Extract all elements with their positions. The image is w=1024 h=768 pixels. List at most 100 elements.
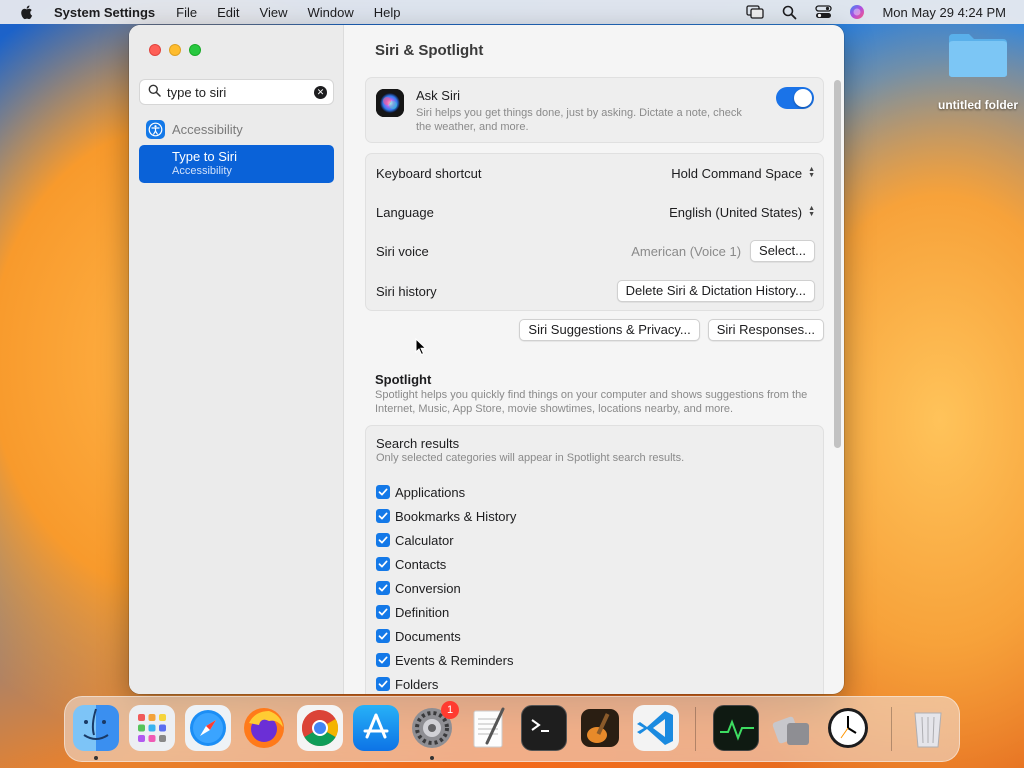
system-settings-window: ✕ Accessibility Type to Siri Accessibili… (129, 25, 844, 694)
notification-badge: 1 (441, 701, 459, 719)
menu-bar: System Settings File Edit View Window He… (0, 0, 1024, 24)
menu-help[interactable]: Help (374, 5, 401, 20)
chrome-icon[interactable] (297, 705, 343, 751)
spotlight-search-icon[interactable] (780, 4, 798, 20)
siri-buttons-row: Siri Suggestions & Privacy... Siri Respo… (519, 319, 824, 341)
search-icon (148, 84, 161, 100)
sidebar-group-label: Accessibility (172, 122, 243, 137)
search-input[interactable] (167, 84, 307, 100)
activity-monitor-icon[interactable] (713, 705, 759, 751)
running-indicator (430, 756, 434, 760)
window-controls (149, 44, 201, 56)
main-pane: Siri & Spotlight Ask Siri Siri helps you… (345, 25, 844, 694)
siri-suggestions-privacy-button[interactable]: Siri Suggestions & Privacy... (519, 319, 700, 341)
accessibility-icon (146, 120, 165, 139)
folder-label: untitled folder (938, 98, 1018, 112)
chevron-updown-icon: ▲ ▼ (808, 205, 815, 218)
siri-voice-value: American (Voice 1) (631, 243, 742, 259)
ask-siri-card: Ask Siri Siri helps you get things done,… (365, 77, 824, 143)
language-row: Language English (United States) ▲ ▼ (366, 193, 825, 231)
firefox-icon[interactable] (241, 705, 287, 751)
menu-edit[interactable]: Edit (217, 5, 239, 20)
ask-siri-description: Siri helps you get things done, just by … (416, 107, 742, 133)
siri-icon[interactable] (848, 4, 866, 20)
menu-file[interactable]: File (176, 5, 197, 20)
language-popup[interactable]: English (United States) ▲ ▼ (669, 205, 815, 220)
keyboard-shortcut-row: Keyboard shortcut Hold Command Space ▲ ▼ (366, 154, 825, 192)
checkbox-label: Contacts (395, 556, 447, 572)
app-menu-name[interactable]: System Settings (54, 5, 155, 20)
dock: 1 (64, 696, 960, 762)
sidebar: ✕ Accessibility Type to Siri Accessibili… (129, 25, 344, 694)
sidebar-search[interactable]: ✕ (139, 79, 334, 105)
checkmark-icon (376, 605, 390, 619)
spotlight-description: Spotlight helps you quickly find things … (375, 389, 808, 415)
page-title: Siri & Spotlight (375, 42, 484, 59)
vscode-icon[interactable] (633, 705, 679, 751)
mouse-cursor-icon (415, 337, 427, 356)
ask-siri-title: Ask Siri (416, 88, 461, 103)
checkbox-definition[interactable]: Definition (376, 600, 516, 624)
checkbox-label: Folders (395, 676, 439, 692)
checkmark-icon (376, 677, 390, 691)
checkbox-label: Definition (395, 604, 450, 620)
sidebar-item-type-to-siri[interactable]: Type to Siri Accessibility (139, 145, 334, 183)
checkbox-bookmarks-history[interactable]: Bookmarks & History (376, 504, 516, 528)
zoom-window-button[interactable] (189, 44, 201, 56)
checkbox-contacts[interactable]: Contacts (376, 552, 516, 576)
checkbox-label: Documents (395, 628, 461, 644)
trash-icon[interactable] (905, 705, 951, 751)
app-store-icon[interactable] (353, 705, 399, 751)
checkbox-label: Calculator (395, 532, 454, 548)
keyboard-shortcut-value: Hold Command Space (671, 165, 803, 181)
checkbox-label: Applications (395, 484, 466, 500)
menubar-clock[interactable]: Mon May 29 4:24 PM (882, 5, 1006, 20)
clear-search-icon[interactable]: ✕ (314, 86, 327, 99)
checkbox-documents[interactable]: Documents (376, 624, 516, 648)
checkmark-icon (376, 509, 390, 523)
screen-mirroring-icon[interactable] (746, 4, 765, 20)
apple-icon[interactable] (18, 3, 36, 21)
sidebar-item-accessibility[interactable]: Accessibility (146, 120, 243, 139)
select-voice-button[interactable]: Select... (750, 240, 815, 262)
menu-view[interactable]: View (260, 5, 288, 20)
chevron-updown-icon: ▲ ▼ (808, 166, 815, 179)
desktop-folder[interactable]: untitled folder (934, 30, 1022, 112)
folder-icon (947, 30, 1009, 78)
clock-icon[interactable] (825, 705, 871, 751)
search-results-list: Applications Bookmarks & History Calcula… (376, 480, 516, 694)
safari-icon[interactable] (185, 705, 231, 751)
ask-siri-toggle[interactable] (776, 87, 814, 109)
minimize-window-button[interactable] (169, 44, 181, 56)
menu-window[interactable]: Window (307, 5, 353, 20)
checkbox-label: Conversion (395, 580, 461, 596)
migration-assistant-icon[interactable] (769, 705, 815, 751)
keyboard-shortcut-label: Keyboard shortcut (376, 165, 482, 181)
keyboard-shortcut-popup[interactable]: Hold Command Space ▲ ▼ (671, 166, 815, 181)
checkmark-icon (376, 629, 390, 643)
siri-icon (376, 89, 404, 117)
finder-icon[interactable] (73, 705, 119, 751)
control-center-icon[interactable] (814, 4, 832, 20)
search-results-title: Search results (376, 436, 460, 451)
checkbox-conversion[interactable]: Conversion (376, 576, 516, 600)
launchpad-icon[interactable] (129, 705, 175, 751)
sidebar-item-title: Type to Siri (172, 149, 238, 164)
checkbox-folders[interactable]: Folders (376, 672, 516, 694)
checkbox-events-reminders[interactable]: Events & Reminders (376, 648, 516, 672)
search-results-description: Only selected categories will appear in … (376, 452, 685, 464)
textedit-icon[interactable] (465, 705, 511, 751)
sidebar-item-subtitle: Accessibility (172, 165, 232, 177)
delete-history-button[interactable]: Delete Siri & Dictation History... (616, 280, 815, 302)
garageband-icon[interactable] (577, 705, 623, 751)
spotlight-heading: Spotlight (375, 372, 432, 387)
language-label: Language (376, 204, 434, 220)
language-value: English (United States) (669, 204, 803, 220)
terminal-icon[interactable] (521, 705, 567, 751)
siri-responses-button[interactable]: Siri Responses... (707, 319, 824, 341)
search-results-card: Search results Only selected categories … (365, 425, 824, 694)
close-window-button[interactable] (149, 44, 161, 56)
checkbox-applications[interactable]: Applications (376, 480, 516, 504)
scrollbar[interactable] (834, 80, 841, 448)
checkbox-calculator[interactable]: Calculator (376, 528, 516, 552)
